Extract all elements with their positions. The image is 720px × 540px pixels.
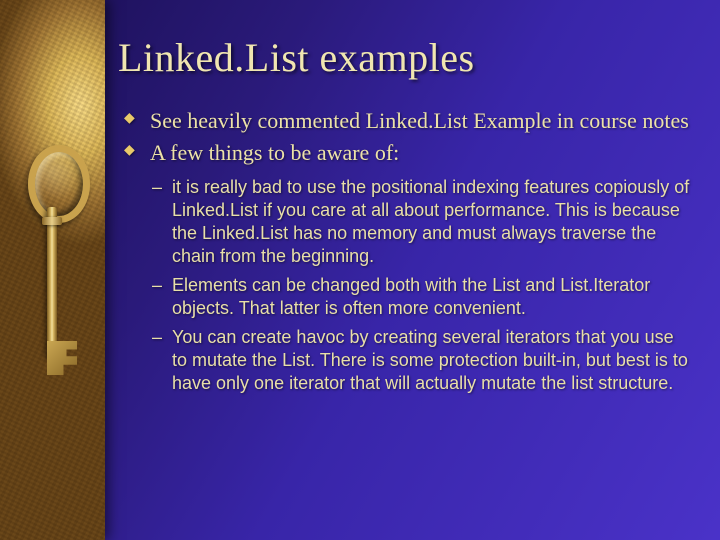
sub-bullet-list: it is really bad to use the positional i… — [152, 176, 690, 395]
slide-title: Linked.List examples — [118, 34, 690, 81]
sidebar-key-image — [0, 0, 105, 540]
sub-bullet-item: Elements can be changed both with the Li… — [152, 274, 690, 320]
sub-bullet-item: You can create havoc by creating several… — [152, 326, 690, 395]
sub-bullet-item: it is really bad to use the positional i… — [152, 176, 690, 268]
slide-content: Linked.List examples See heavily comment… — [110, 0, 720, 540]
slide: Linked.List examples See heavily comment… — [0, 0, 720, 540]
bullet-item: A few things to be aware of: — [124, 139, 690, 167]
key-icon — [18, 145, 88, 405]
bullet-list: See heavily commented Linked.List Exampl… — [124, 107, 690, 166]
bullet-item: See heavily commented Linked.List Exampl… — [124, 107, 690, 135]
